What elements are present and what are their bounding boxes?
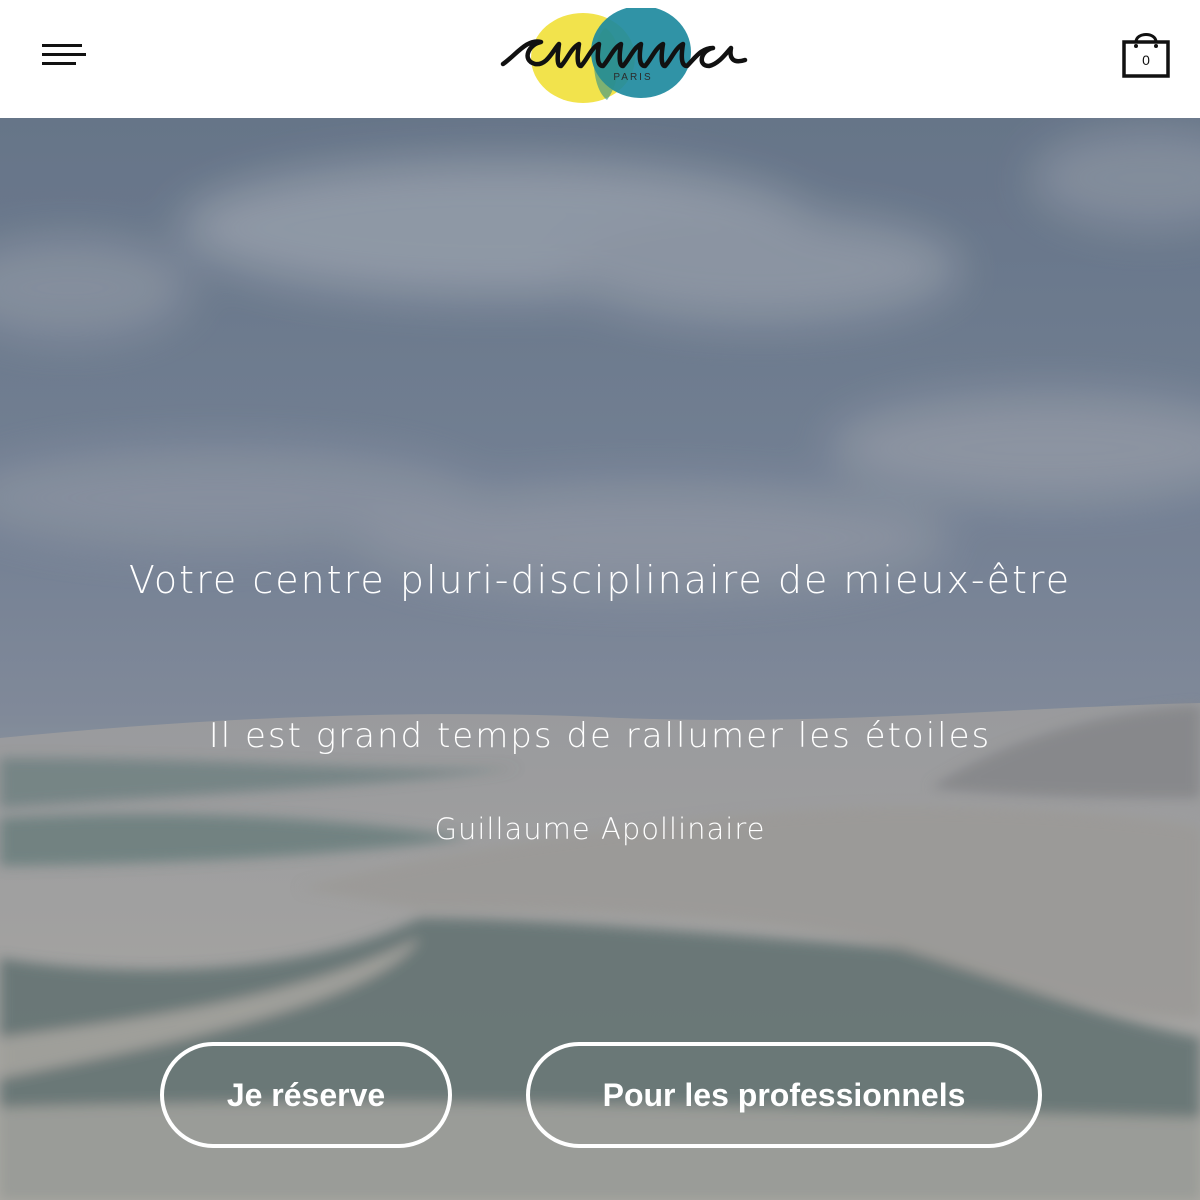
site-header: PARIS 0 (0, 0, 1200, 118)
hero-quote: Il est grand temps de rallumer les étoil… (208, 716, 992, 756)
hamburger-menu-icon[interactable] (38, 38, 92, 78)
hero-headline: Votre centre pluri-disciplinaire de mieu… (128, 558, 1072, 602)
hero-section: Votre centre pluri-disciplinaire de mieu… (0, 118, 1200, 1200)
professionals-button[interactable]: Pour les professionnels (526, 1042, 1042, 1148)
reserve-button[interactable]: Je réserve (160, 1042, 452, 1148)
emma-paris-logo[interactable]: PARIS (495, 8, 755, 110)
cart-count: 0 (1142, 52, 1150, 68)
shopping-bag-icon[interactable]: 0 (1116, 26, 1176, 86)
quote-author: Guillaume Apollinaire (434, 812, 766, 846)
hero-background-image (0, 118, 1200, 1200)
logo-paris-text: PARIS (613, 72, 653, 83)
